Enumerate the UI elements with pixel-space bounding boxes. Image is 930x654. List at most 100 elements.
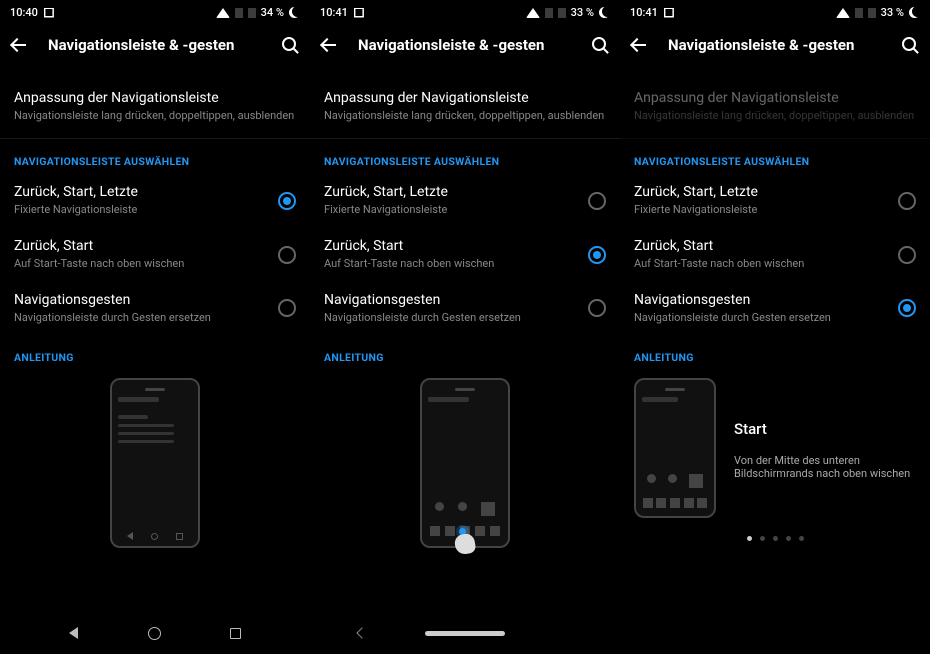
option-gestures[interactable]: Navigationsgesten Navigationsleiste durc… bbox=[0, 282, 310, 336]
option-title: Navigationsgesten bbox=[324, 292, 521, 308]
signal-icon bbox=[235, 8, 243, 18]
radio-unselected-icon[interactable] bbox=[278, 246, 296, 264]
back-icon[interactable] bbox=[322, 36, 340, 54]
tutorial-phone-mock bbox=[420, 378, 510, 548]
option-back-home-recent[interactable]: Zurück, Start, Letzte Fixierte Navigatio… bbox=[310, 174, 620, 228]
title-bar: Navigationsleiste & -gesten bbox=[310, 22, 620, 68]
option-title: Zurück, Start, Letzte bbox=[634, 184, 758, 200]
hand-pointer-icon bbox=[453, 528, 477, 556]
option-sub: Auf Start-Taste nach oben wischen bbox=[14, 257, 184, 272]
option-sub: Fixierte Navigationsleiste bbox=[634, 203, 758, 218]
system-nav-bar bbox=[0, 612, 310, 654]
wifi-icon bbox=[526, 8, 540, 18]
nav-recent-icon[interactable] bbox=[230, 628, 241, 639]
status-bar: 10:40 34 % bbox=[0, 0, 310, 22]
home-nav-icon bbox=[151, 533, 158, 540]
dot-icon[interactable] bbox=[747, 536, 752, 541]
option-sub: Auf Start-Taste nach oben wischen bbox=[324, 257, 494, 272]
tutorial-title: Start bbox=[734, 420, 916, 438]
option-title: Navigationsgesten bbox=[14, 292, 211, 308]
search-icon[interactable] bbox=[282, 37, 298, 53]
radio-unselected-icon[interactable] bbox=[588, 299, 606, 317]
option-back-home[interactable]: Zurück, Start Auf Start-Taste nach oben … bbox=[620, 228, 930, 282]
tutorial-phone-mock bbox=[634, 378, 716, 518]
option-sub: Navigationsleiste durch Gesten ersetzen bbox=[634, 311, 831, 326]
status-bar: 10:41 33 % bbox=[620, 0, 930, 22]
search-icon[interactable] bbox=[592, 37, 608, 53]
option-sub: Fixierte Navigationsleiste bbox=[14, 203, 138, 218]
wifi-icon bbox=[836, 8, 850, 18]
option-back-home[interactable]: Zurück, Start Auf Start-Taste nach oben … bbox=[0, 228, 310, 282]
radio-selected-icon[interactable] bbox=[278, 192, 296, 210]
customize-navbar-item[interactable]: Anpassung der Navigationsleiste Navigati… bbox=[0, 68, 310, 139]
battery-percent: 34 % bbox=[261, 6, 284, 19]
option-sub: Auf Start-Taste nach oben wischen bbox=[634, 257, 804, 272]
option-title: Navigationsgesten bbox=[634, 292, 831, 308]
nav-home-icon[interactable] bbox=[148, 627, 161, 640]
customize-sub: Navigationsleiste lang drücken, doppelti… bbox=[14, 109, 296, 124]
recent-nav-icon bbox=[176, 533, 183, 540]
tutorial-phone-mock bbox=[110, 378, 200, 548]
select-navbar-header: NAVIGATIONSLEISTE AUSWÄHLEN bbox=[620, 139, 930, 174]
radio-unselected-icon[interactable] bbox=[898, 246, 916, 264]
back-icon[interactable] bbox=[632, 36, 650, 54]
nav-back-icon[interactable] bbox=[356, 627, 367, 638]
option-back-home[interactable]: Zurück, Start Auf Start-Taste nach oben … bbox=[310, 228, 620, 282]
tutorial-text: Start Von der Mitte des unteren Bildschi… bbox=[734, 370, 916, 480]
screenshot-panel-2: 10:41 33 % Navigationsleiste & -gesten A… bbox=[310, 0, 620, 654]
search-icon[interactable] bbox=[902, 37, 918, 53]
tutorial-header: ANLEITUNG bbox=[0, 335, 310, 370]
clock: 10:40 bbox=[10, 6, 38, 19]
radio-unselected-icon[interactable] bbox=[278, 299, 296, 317]
radio-selected-icon[interactable] bbox=[588, 246, 606, 264]
customize-sub: Navigationsleiste lang drücken, doppelti… bbox=[634, 109, 916, 124]
screenshot-panel-1: 10:40 34 % Navigationsleiste & -gesten A… bbox=[0, 0, 310, 654]
customize-navbar-item: Anpassung der Navigationsleiste Navigati… bbox=[620, 68, 930, 139]
customize-title: Anpassung der Navigationsleiste bbox=[324, 90, 606, 106]
customize-sub: Navigationsleiste lang drücken, doppelti… bbox=[324, 109, 606, 124]
dot-icon[interactable] bbox=[760, 536, 765, 541]
select-navbar-header: NAVIGATIONSLEISTE AUSWÄHLEN bbox=[310, 139, 620, 174]
radio-selected-icon[interactable] bbox=[898, 299, 916, 317]
page-title: Navigationsleiste & -gesten bbox=[358, 36, 574, 54]
dnd-icon bbox=[909, 7, 920, 18]
picture-icon bbox=[44, 8, 54, 18]
nav-home-pill-icon[interactable] bbox=[425, 631, 505, 636]
battery-percent: 33 % bbox=[571, 6, 594, 19]
option-title: Zurück, Start, Letzte bbox=[14, 184, 138, 200]
dot-icon[interactable] bbox=[773, 536, 778, 541]
dnd-icon bbox=[599, 7, 610, 18]
signal-icon bbox=[558, 8, 566, 18]
battery-percent: 33 % bbox=[881, 6, 904, 19]
back-icon[interactable] bbox=[12, 36, 30, 54]
nav-back-icon[interactable] bbox=[69, 627, 78, 639]
page-title: Navigationsleiste & -gesten bbox=[48, 36, 264, 54]
customize-navbar-item[interactable]: Anpassung der Navigationsleiste Navigati… bbox=[310, 68, 620, 139]
signal-icon bbox=[248, 8, 256, 18]
clock: 10:41 bbox=[630, 6, 658, 19]
signal-icon bbox=[855, 8, 863, 18]
picture-icon bbox=[664, 8, 674, 18]
option-gestures[interactable]: Navigationsgesten Navigationsleiste durc… bbox=[620, 282, 930, 336]
title-bar: Navigationsleiste & -gesten bbox=[0, 22, 310, 68]
option-back-home-recent[interactable]: Zurück, Start, Letzte Fixierte Navigatio… bbox=[620, 174, 930, 228]
option-gestures[interactable]: Navigationsgesten Navigationsleiste durc… bbox=[310, 282, 620, 336]
system-nav-bar bbox=[310, 612, 620, 654]
dot-icon[interactable] bbox=[799, 536, 804, 541]
wifi-icon bbox=[216, 8, 230, 18]
option-title: Zurück, Start bbox=[14, 238, 184, 254]
dnd-icon bbox=[289, 7, 300, 18]
radio-unselected-icon[interactable] bbox=[898, 192, 916, 210]
tutorial-header: ANLEITUNG bbox=[620, 335, 930, 370]
customize-title: Anpassung der Navigationsleiste bbox=[14, 90, 296, 106]
option-title: Zurück, Start, Letzte bbox=[324, 184, 448, 200]
signal-icon bbox=[545, 8, 553, 18]
option-back-home-recent[interactable]: Zurück, Start, Letzte Fixierte Navigatio… bbox=[0, 174, 310, 228]
option-sub: Navigationsleiste durch Gesten ersetzen bbox=[324, 311, 521, 326]
page-title: Navigationsleiste & -gesten bbox=[668, 36, 884, 54]
tutorial-page-dots bbox=[620, 536, 930, 541]
tutorial-sub: Von der Mitte des unteren Bildschirmrand… bbox=[734, 454, 916, 480]
dot-icon[interactable] bbox=[786, 536, 791, 541]
radio-unselected-icon[interactable] bbox=[588, 192, 606, 210]
title-bar: Navigationsleiste & -gesten bbox=[620, 22, 930, 68]
